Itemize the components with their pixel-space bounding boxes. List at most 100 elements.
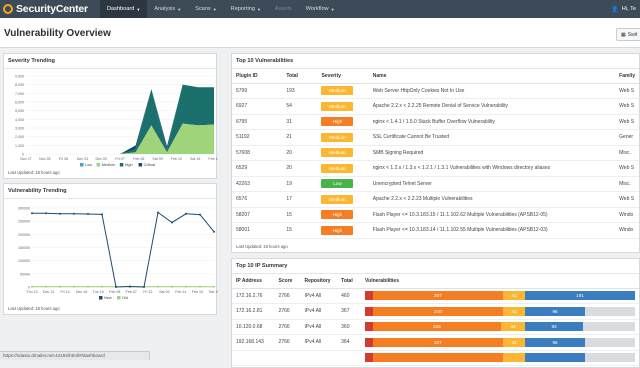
- nav-analysis[interactable]: Analysis ▼: [147, 0, 188, 18]
- ip-address-cell[interactable]: 192.168.143: [232, 334, 275, 351]
- vuln-trending-chart[interactable]: 300000 250000 200000 150000 100000 50000 0Thu …: [4, 184, 218, 316]
- nav-workflow[interactable]: Workflow ▼: [299, 0, 342, 18]
- data-point[interactable]: [87, 213, 89, 216]
- col-name[interactable]: Name: [368, 69, 616, 84]
- data-point[interactable]: [199, 285, 201, 288]
- data-point[interactable]: [157, 211, 159, 214]
- table-row[interactable]: 172.16.2.76 2766 IPv4 All 460 207 41 191: [232, 288, 639, 304]
- ip-address-cell[interactable]: 172.16.2.81: [232, 303, 275, 320]
- table-row[interactable]: 58001 15 High Flash Player <= 10.3.183.14 /…: [232, 222, 639, 239]
- vulnerability-bar[interactable]: 207 41 96: [365, 337, 635, 347]
- vulnerability-bar[interactable]: [365, 353, 635, 363]
- app-logo[interactable]: SecurityCenter: [0, 3, 100, 15]
- table-row[interactable]: [232, 350, 639, 366]
- col-ip-total[interactable]: Total: [337, 274, 361, 289]
- vuln-bar-segment[interactable]: [365, 291, 373, 301]
- vulnerability-bar[interactable]: 210 41 96: [365, 306, 635, 316]
- data-point[interactable]: [143, 286, 145, 288]
- vuln-bar-segment[interactable]: [525, 353, 585, 363]
- vuln-bar-segment[interactable]: 207: [373, 291, 503, 301]
- data-point[interactable]: [101, 285, 103, 288]
- data-point[interactable]: [185, 212, 187, 215]
- data-point[interactable]: [45, 212, 47, 215]
- ip-address-cell[interactable]: [232, 350, 275, 366]
- legend-label[interactable]: New: [104, 296, 112, 300]
- table-row[interactable]: 6927 54 Medium Apache 2.2.x < 2.2.25 Remote…: [232, 98, 639, 115]
- table-row[interactable]: 6576 17 Medium Apache 2.2.x < 2.2.23 Multip…: [232, 191, 639, 208]
- vuln-bar-segment[interactable]: 191: [525, 291, 635, 301]
- data-point[interactable]: [73, 285, 75, 288]
- vuln-bar-segment[interactable]: 41: [503, 337, 525, 347]
- ip-address-cell[interactable]: 10.120.0.68: [232, 319, 275, 335]
- col-severity[interactable]: Severity: [317, 69, 369, 84]
- data-point[interactable]: [31, 285, 33, 288]
- vuln-bar-segment[interactable]: [585, 353, 635, 363]
- data-point[interactable]: [45, 285, 47, 288]
- data-point[interactable]: [171, 285, 173, 288]
- data-point[interactable]: [101, 213, 103, 216]
- legend-label[interactable]: Medium: [102, 163, 116, 167]
- data-point[interactable]: [129, 285, 131, 288]
- col-ip-address[interactable]: IP Address: [232, 274, 275, 289]
- col-vulnerabilities[interactable]: Vulnerabilities: [361, 274, 639, 289]
- legend-label[interactable]: Low: [85, 163, 92, 167]
- user-menu[interactable]: 👤 Hi, Te: [611, 0, 636, 18]
- col-total[interactable]: Total: [282, 69, 318, 84]
- vuln-bar-segment[interactable]: 96: [525, 337, 585, 347]
- line-new[interactable]: [32, 211, 215, 288]
- data-point[interactable]: [73, 212, 75, 215]
- vuln-bar-segment[interactable]: 96: [525, 306, 585, 316]
- data-point[interactable]: [115, 286, 117, 288]
- vuln-bar-segment[interactable]: [585, 337, 635, 347]
- col-repository[interactable]: Repository: [300, 274, 338, 289]
- data-point[interactable]: [59, 212, 61, 215]
- vuln-bar-segment[interactable]: [365, 337, 373, 347]
- table-row[interactable]: 172.16.2.81 2766 IPv4 All 367 210 41 96: [232, 303, 639, 320]
- vuln-bar-segment[interactable]: 207: [373, 337, 503, 347]
- col-plugin-id[interactable]: Plugin ID: [232, 69, 283, 84]
- table-row[interactable]: 51192 21 Medium SSL Certificate Cannot Be T…: [232, 129, 639, 146]
- vuln-bar-segment[interactable]: 41: [503, 306, 525, 316]
- vuln-bar-segment[interactable]: 210: [373, 306, 503, 316]
- vuln-bar-segment[interactable]: [503, 353, 525, 363]
- legend-label[interactable]: Old: [122, 296, 128, 300]
- vuln-bar-segment[interactable]: 44: [501, 322, 525, 332]
- table-row[interactable]: 6529 20 Medium nginx < 1.2.x / 1.3.x < 1.2.…: [232, 160, 639, 177]
- nav-dashboard[interactable]: Dashboard ▼: [100, 0, 148, 18]
- data-point[interactable]: [59, 285, 61, 288]
- legend-label[interactable]: Critical: [144, 163, 156, 167]
- vuln-bar-segment[interactable]: [373, 353, 503, 363]
- data-point[interactable]: [213, 230, 215, 233]
- table-row[interactable]: 6795 31 High nginx < 1.4.1 / 1.5.0 Stack Bu…: [232, 114, 639, 130]
- vuln-bar-segment[interactable]: 205: [373, 322, 501, 332]
- data-point[interactable]: [213, 285, 215, 288]
- vuln-bar-segment[interactable]: [365, 353, 373, 363]
- vuln-bar-segment[interactable]: [365, 322, 373, 332]
- vulnerability-bar[interactable]: 205 44 93: [365, 322, 635, 332]
- nav-assets[interactable]: Assets: [268, 0, 299, 18]
- severity-trending-chart[interactable]: 9,000 8,000 7,000 6,000 5,000 4,000 3,000 2,000…: [4, 54, 218, 180]
- table-row[interactable]: 5799 193 Medium Web Server HttpOnly Cookies…: [232, 83, 639, 99]
- vulnerability-bar[interactable]: 207 41 191: [365, 291, 635, 301]
- data-point[interactable]: [87, 285, 89, 288]
- legend-label[interactable]: High: [125, 163, 133, 167]
- data-point[interactable]: [199, 213, 201, 216]
- ip-address-cell[interactable]: 172.16.2.76: [232, 288, 275, 304]
- table-row[interactable]: 192.168.143 2766 IPv4 All 364 207 41 96: [232, 334, 639, 351]
- data-point[interactable]: [185, 285, 187, 288]
- vuln-bar-segment[interactable]: 41: [503, 291, 525, 301]
- table-row[interactable]: 57608 20 Medium SMB Signing Required Misc.: [232, 145, 639, 161]
- data-point[interactable]: [171, 221, 173, 224]
- vuln-bar-segment[interactable]: [583, 322, 635, 332]
- vuln-bar-segment[interactable]: [585, 306, 635, 316]
- data-point[interactable]: [157, 285, 159, 288]
- col-score[interactable]: Score: [274, 274, 301, 289]
- table-row[interactable]: 58207 15 High Flash Player <= 10.3.183.15 /…: [232, 207, 639, 223]
- table-row[interactable]: 42263 19 Low Unencrypted Telnet Server Misc.: [232, 176, 639, 192]
- switch-dashboard-button[interactable]: ▦ Swit: [616, 28, 640, 41]
- data-point[interactable]: [31, 212, 33, 215]
- table-row[interactable]: 10.120.0.68 2766 IPv4 All 360 205 44 93: [232, 319, 639, 335]
- vuln-bar-segment[interactable]: 93: [525, 322, 583, 332]
- nav-scans[interactable]: Scans ▼: [188, 0, 224, 18]
- vuln-bar-segment[interactable]: [365, 306, 373, 316]
